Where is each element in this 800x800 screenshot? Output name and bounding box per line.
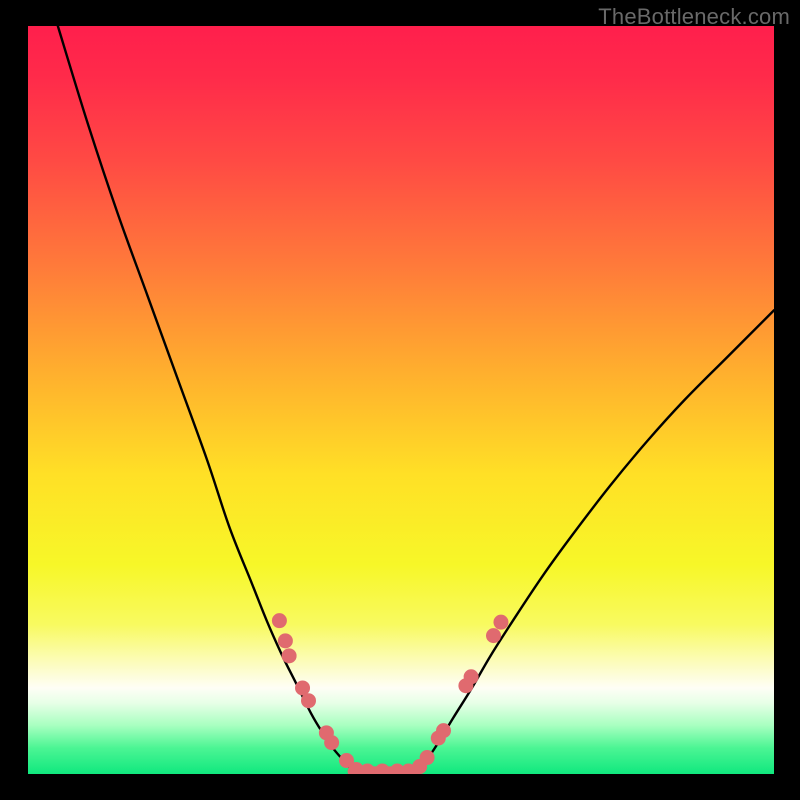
- data-point: [301, 693, 316, 708]
- bottleneck-chart: [28, 26, 774, 774]
- data-point: [436, 723, 451, 738]
- data-point: [493, 615, 508, 630]
- data-point: [324, 735, 339, 750]
- data-point: [486, 628, 501, 643]
- gradient-background: [28, 26, 774, 774]
- data-point: [272, 613, 287, 628]
- data-point: [295, 680, 310, 695]
- chart-stage: TheBottleneck.com: [0, 0, 800, 800]
- data-point: [420, 750, 435, 765]
- watermark-text: TheBottleneck.com: [598, 4, 790, 30]
- data-point: [278, 633, 293, 648]
- data-point: [464, 669, 479, 684]
- data-point: [282, 648, 297, 663]
